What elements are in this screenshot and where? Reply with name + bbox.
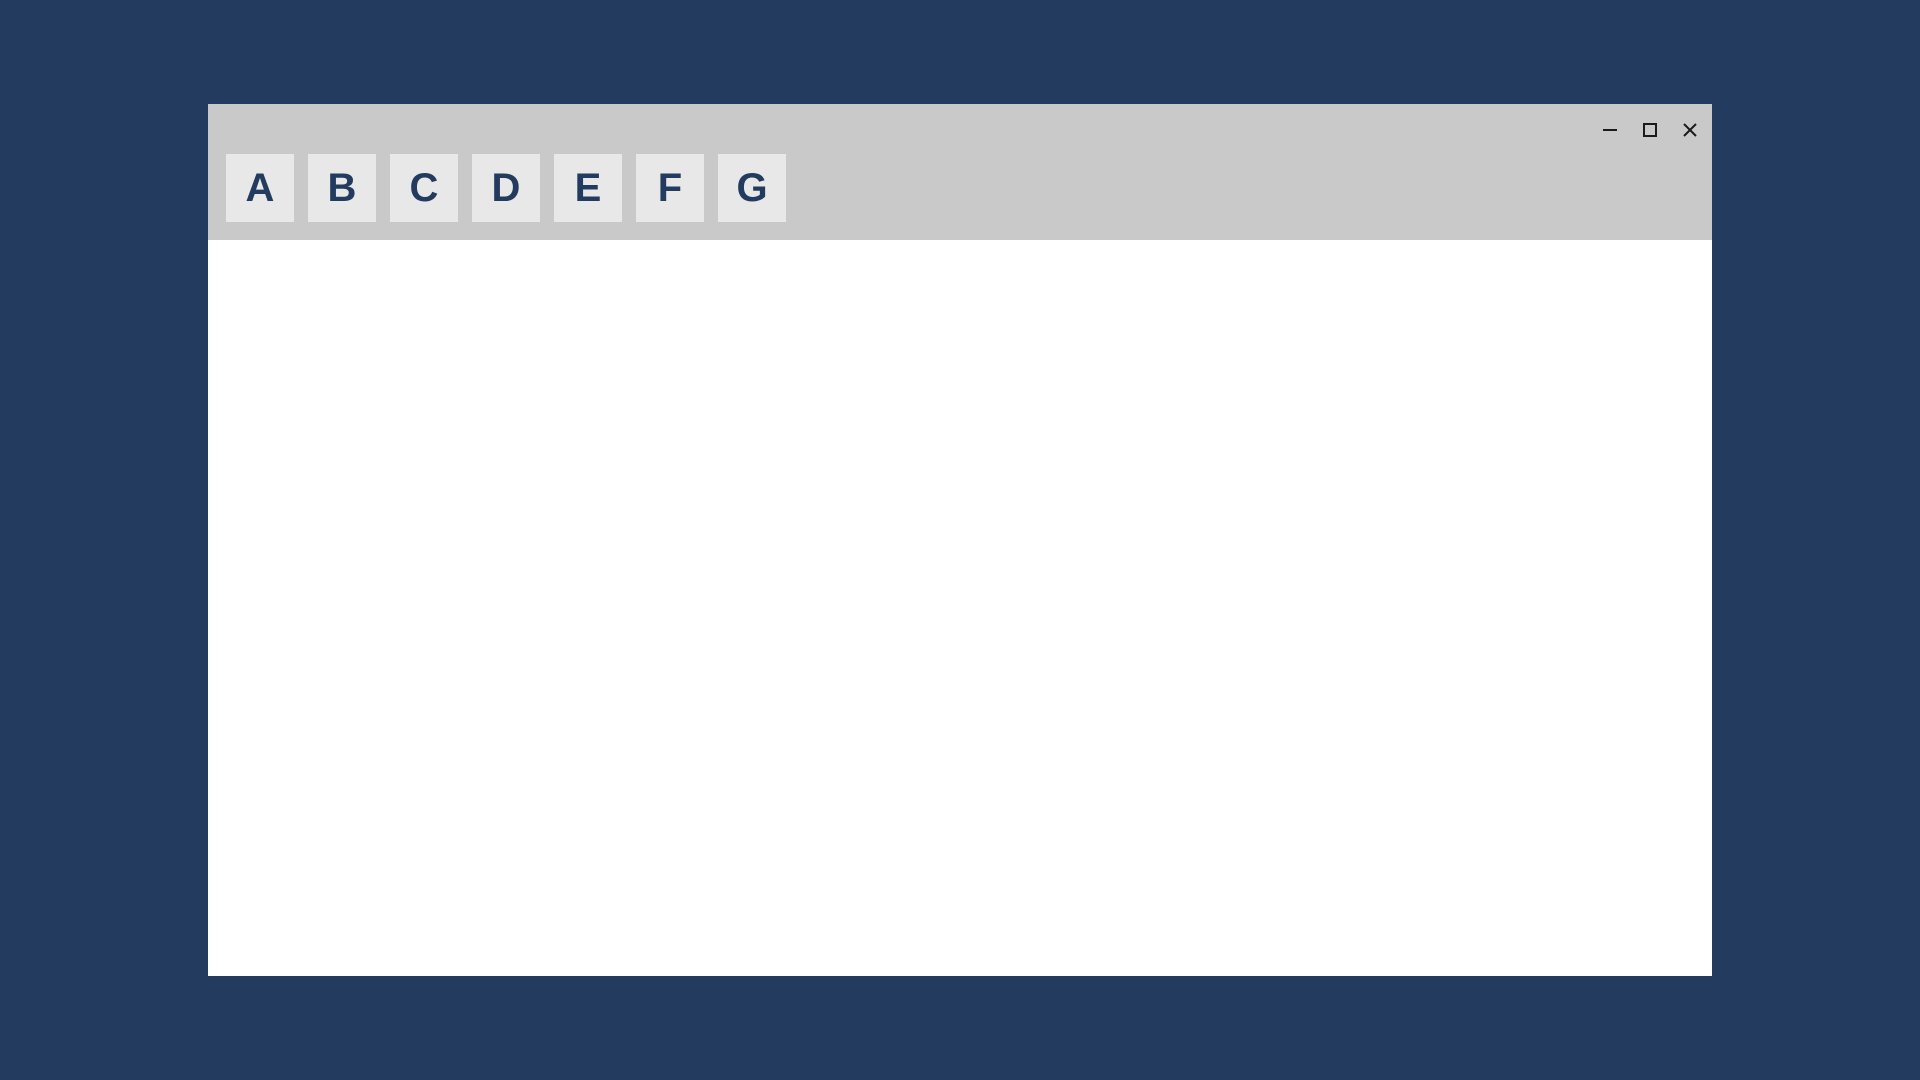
toolbar: A B C D E F G <box>226 154 786 222</box>
toolbar-button-c[interactable]: C <box>390 154 458 222</box>
minimize-button[interactable] <box>1598 118 1622 142</box>
window-controls <box>1598 118 1702 142</box>
close-button[interactable] <box>1678 118 1702 142</box>
close-icon <box>1682 122 1698 138</box>
toolbar-button-f[interactable]: F <box>636 154 704 222</box>
titlebar: A B C D E F G <box>208 104 1712 240</box>
app-window: A B C D E F G <box>208 104 1712 976</box>
content-area <box>208 240 1712 976</box>
toolbar-button-e[interactable]: E <box>554 154 622 222</box>
toolbar-button-a[interactable]: A <box>226 154 294 222</box>
minimize-icon <box>1602 122 1618 138</box>
toolbar-button-g[interactable]: G <box>718 154 786 222</box>
toolbar-button-d[interactable]: D <box>472 154 540 222</box>
maximize-button[interactable] <box>1638 118 1662 142</box>
toolbar-button-b[interactable]: B <box>308 154 376 222</box>
maximize-icon <box>1642 122 1658 138</box>
